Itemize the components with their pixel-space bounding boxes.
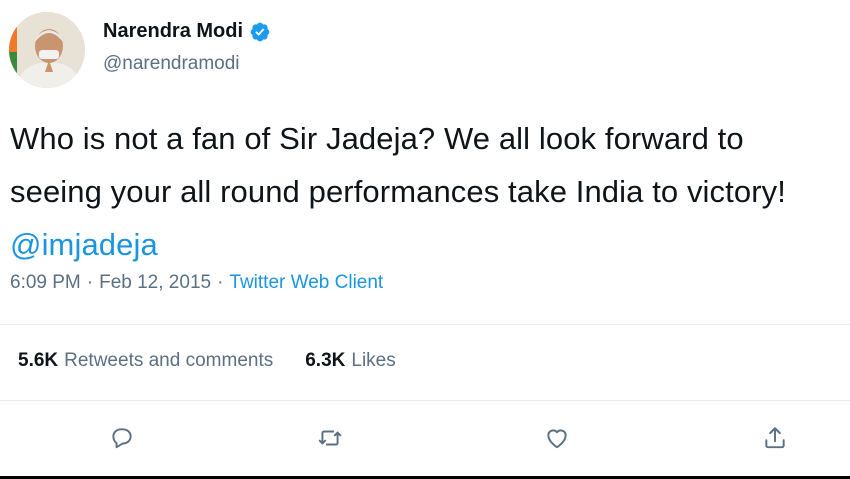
mention-link[interactable]: @imjadeja [10, 227, 158, 262]
tweet-text: Who is not a fan of Sir Jadeja? We all l… [10, 112, 840, 271]
tweet-card: Narendra Modi @narendramodi Who is not a… [0, 0, 850, 479]
author-row: Narendra Modi [103, 20, 271, 43]
tweet-time[interactable]: 6:09 PM [10, 272, 81, 294]
likes-count: 6.3K [305, 350, 346, 371]
retweet-icon [317, 425, 343, 456]
meta-separator: · [86, 272, 94, 293]
share-button[interactable] [755, 420, 795, 460]
verified-badge-icon [249, 21, 271, 43]
share-icon [762, 425, 788, 456]
avatar[interactable] [9, 12, 85, 88]
reply-icon [109, 425, 135, 456]
likes-stat[interactable]: 6.3K Likes [305, 350, 396, 372]
tweet-body: Who is not a fan of Sir Jadeja? We all l… [10, 121, 786, 209]
author-handle[interactable]: @narendramodi [103, 53, 240, 75]
likes-label: Likes [351, 350, 396, 371]
meta-separator: · [217, 272, 224, 293]
tweet-stats: 5.6K Retweets and comments 6.3K Likes [18, 350, 396, 372]
tweet-meta: 6:09 PM · Feb 12, 2015 · Twitter Web Cli… [10, 272, 383, 294]
retweet-button[interactable] [310, 420, 350, 460]
client-link[interactable]: Twitter Web Client [229, 272, 383, 294]
heart-icon [544, 425, 570, 456]
tweet-date[interactable]: Feb 12, 2015 [99, 272, 211, 294]
retweets-stat[interactable]: 5.6K Retweets and comments [18, 350, 273, 372]
retweets-label: Retweets and comments [64, 350, 274, 371]
divider [0, 400, 850, 401]
author-name[interactable]: Narendra Modi [103, 20, 243, 43]
retweets-count: 5.6K [18, 350, 59, 371]
divider [0, 324, 850, 325]
reply-button[interactable] [102, 420, 142, 460]
like-button[interactable] [537, 420, 577, 460]
action-bar [0, 420, 850, 460]
